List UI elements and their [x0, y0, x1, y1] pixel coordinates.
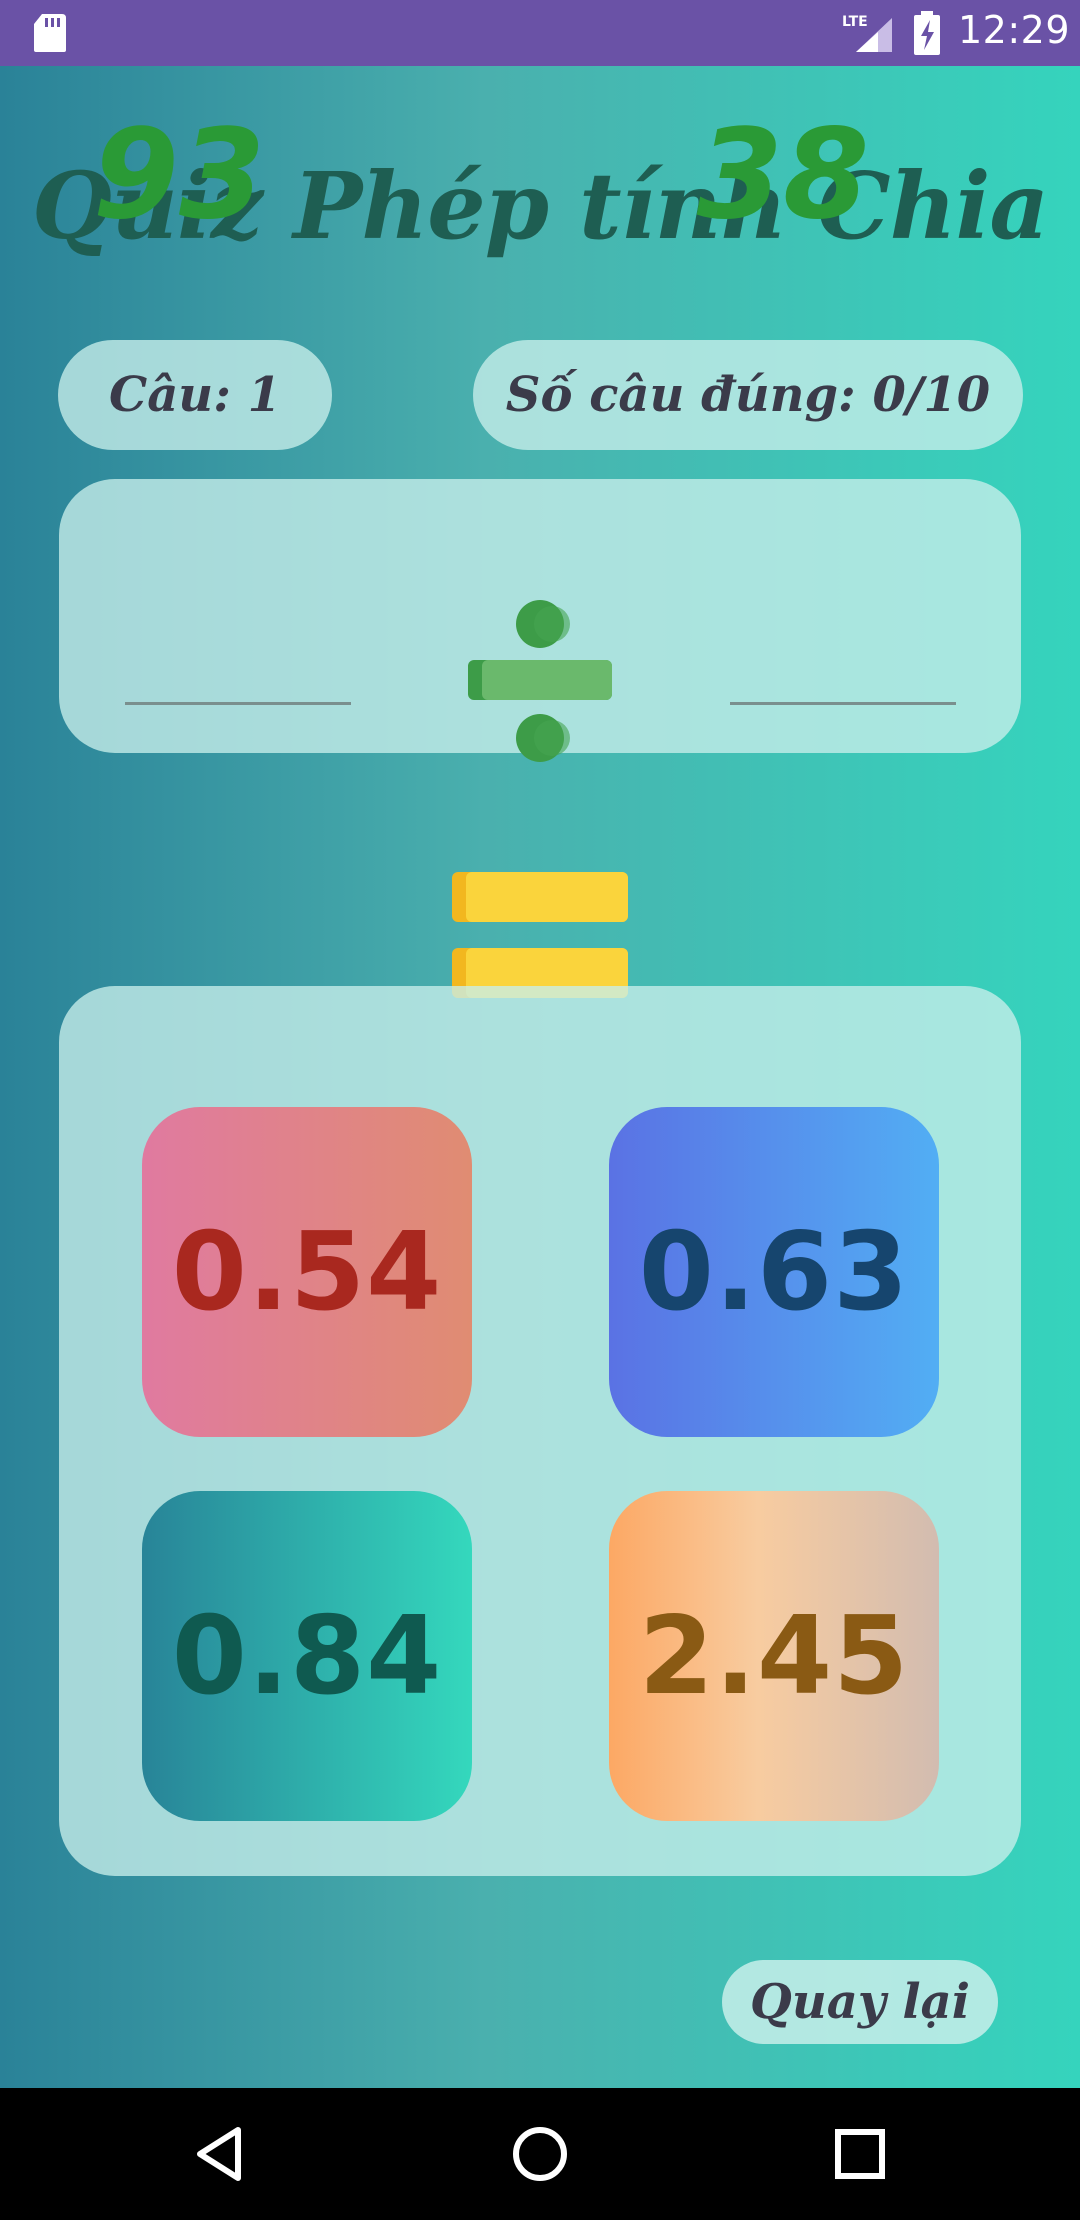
- back-triangle-icon[interactable]: [190, 2124, 250, 2184]
- signal-icon: LTE: [842, 14, 892, 52]
- right-operand-underline: [730, 702, 956, 705]
- clock: 12:29: [958, 8, 1071, 52]
- answer-option-2[interactable]: 0.63: [609, 1107, 939, 1437]
- back-button[interactable]: Quay lại: [722, 1960, 998, 2044]
- home-circle-icon[interactable]: [510, 2124, 570, 2184]
- left-operand: 93: [92, 103, 266, 247]
- navigation-bar: [0, 2088, 1080, 2220]
- answer-option-1[interactable]: 0.54: [142, 1107, 472, 1437]
- network-type-label: LTE: [842, 14, 868, 30]
- divide-icon: [468, 600, 612, 762]
- status-bar: LTE 12:29: [0, 0, 1080, 66]
- answer-option-3[interactable]: 0.84: [142, 1491, 472, 1821]
- question-counter: Câu: 1: [58, 340, 332, 450]
- right-operand: 38: [696, 103, 870, 247]
- left-operand-underline: [125, 702, 351, 705]
- recent-square-icon[interactable]: [830, 2124, 890, 2184]
- equals-icon: [452, 872, 628, 998]
- battery-charging-icon: [914, 11, 940, 55]
- score-counter: Số câu đúng: 0/10: [473, 340, 1023, 450]
- answer-option-4[interactable]: 2.45: [609, 1491, 939, 1821]
- sd-card-icon: [34, 14, 66, 52]
